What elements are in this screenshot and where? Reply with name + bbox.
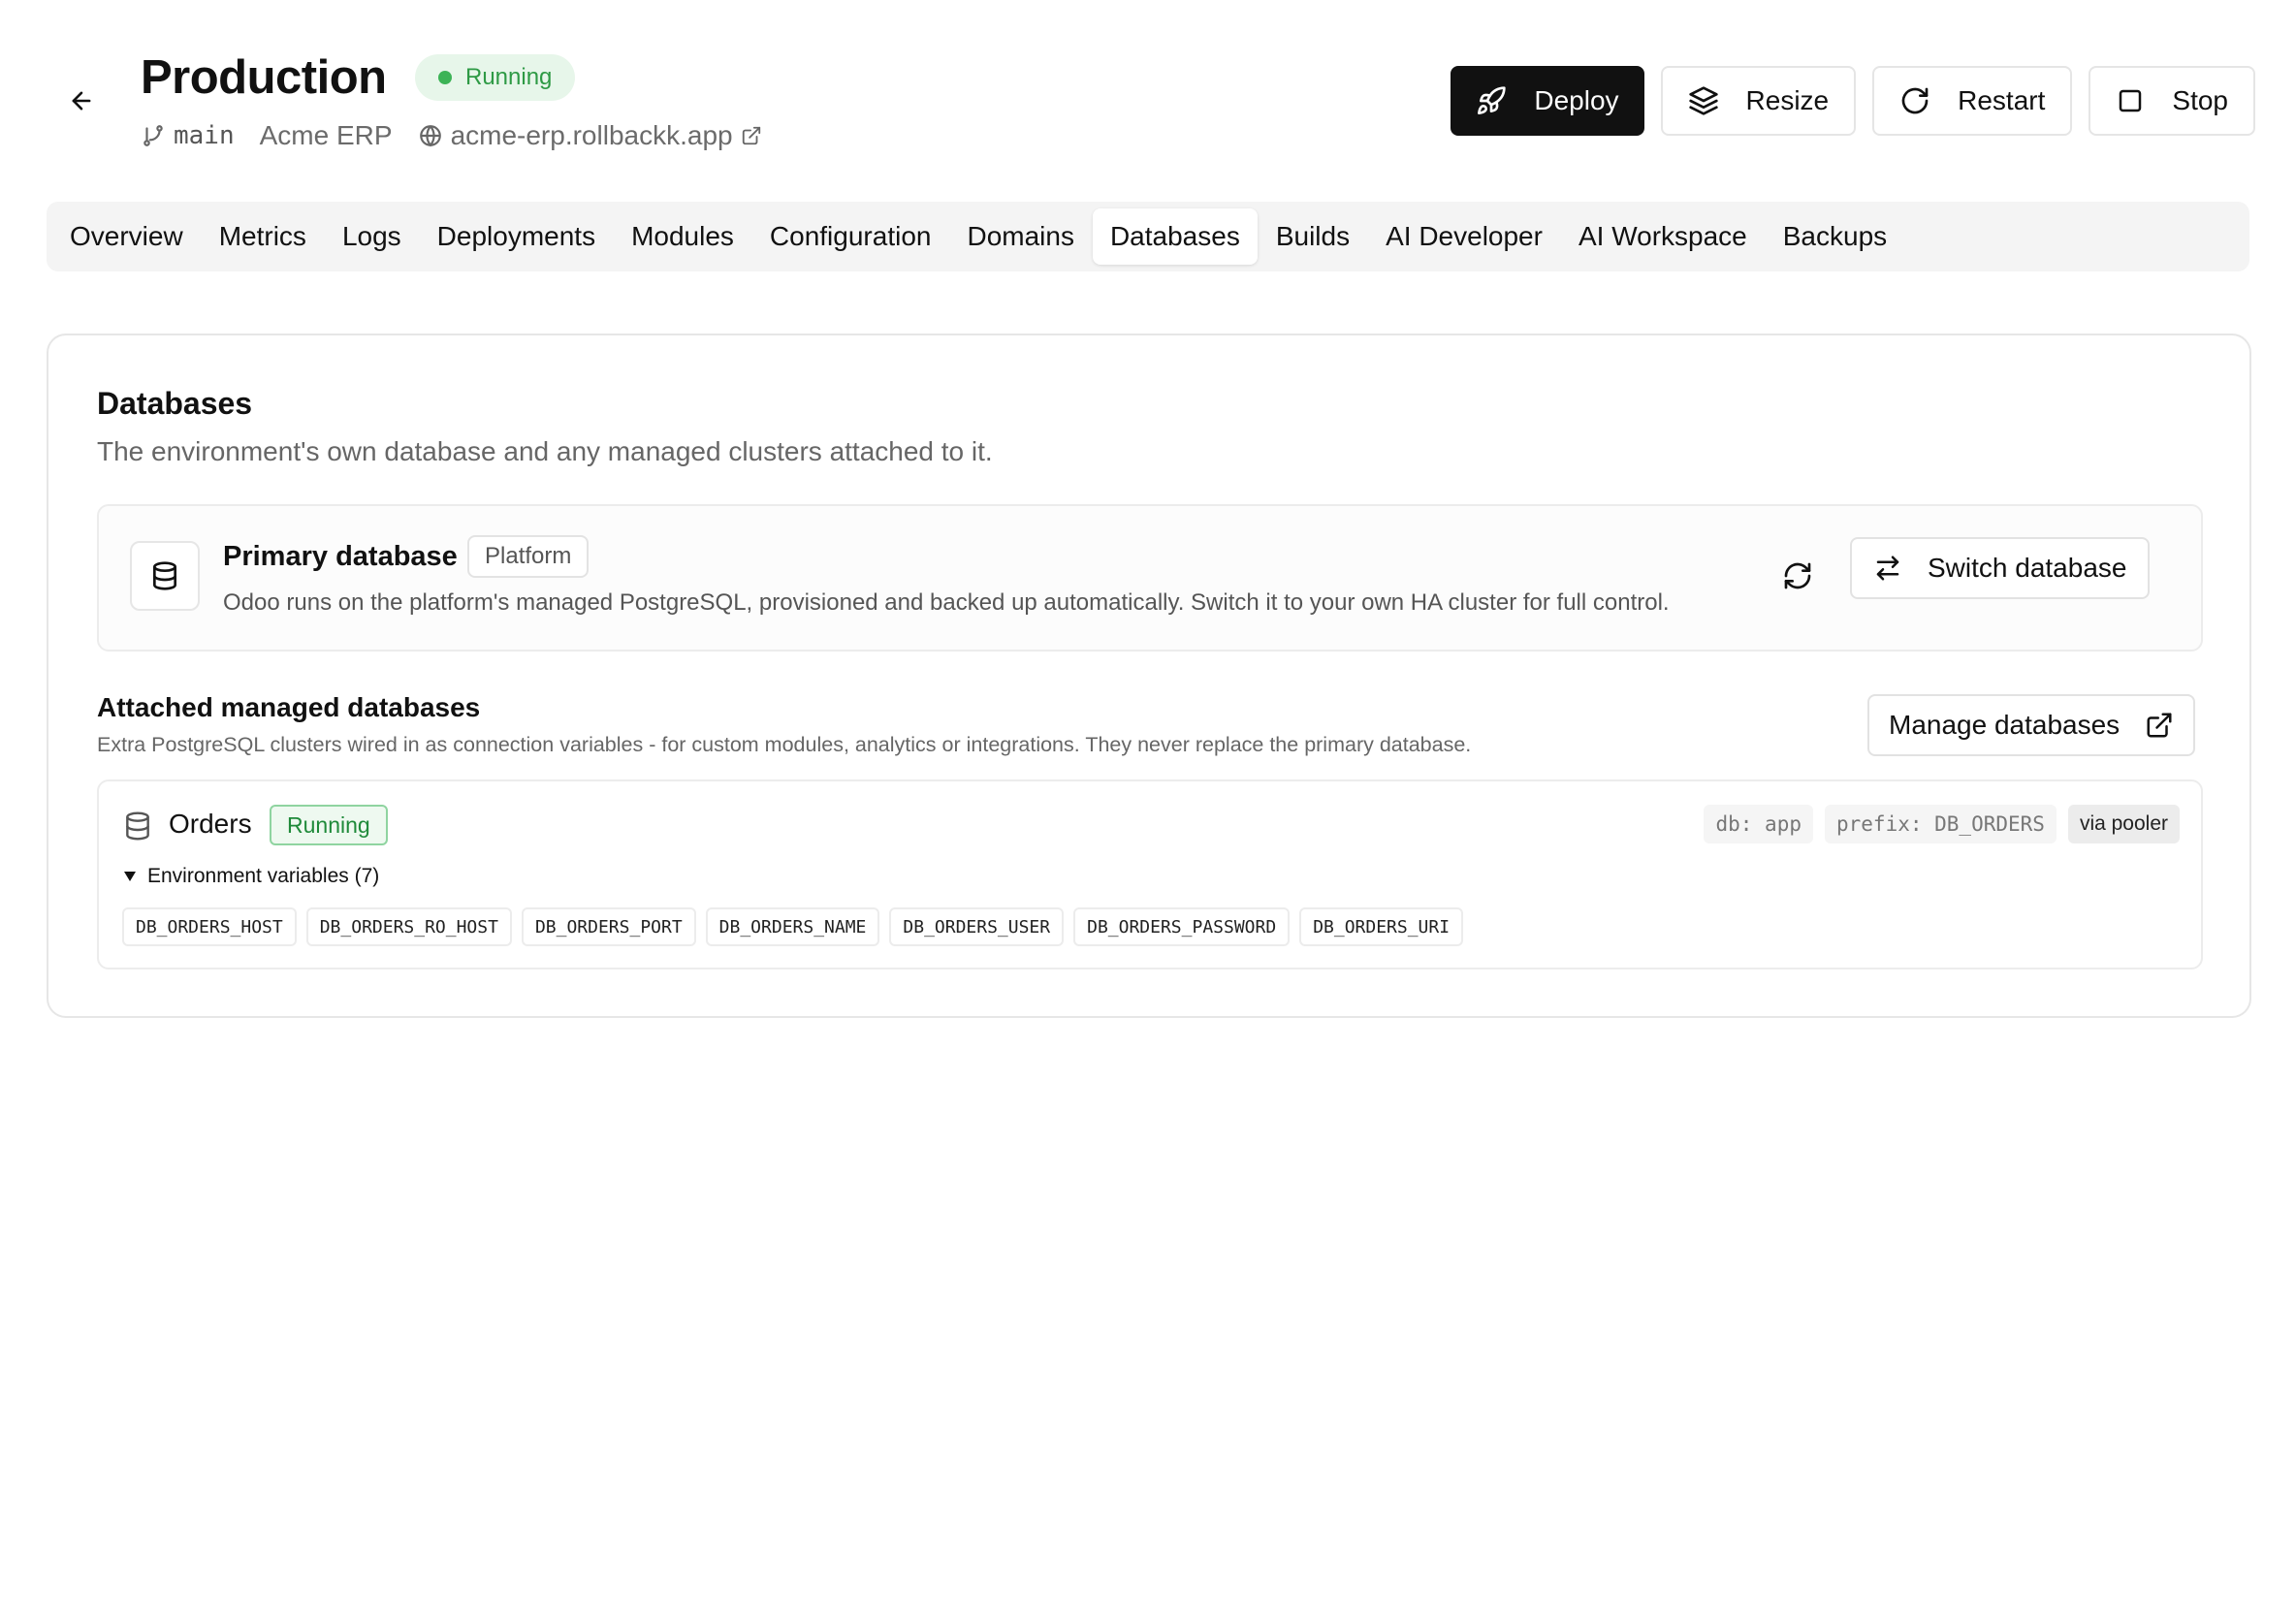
back-button[interactable] bbox=[62, 81, 101, 120]
env-var-chip: DB_ORDERS_URI bbox=[1299, 907, 1464, 946]
attached-database-item: Orders Running db: app prefix: DB_ORDERS… bbox=[97, 779, 2203, 969]
env-variables-list: DB_ORDERS_HOST DB_ORDERS_RO_HOST DB_ORDE… bbox=[122, 907, 1464, 946]
database-icon bbox=[153, 561, 176, 590]
prefix-tag: prefix: DB_ORDERS bbox=[1825, 805, 2057, 843]
manage-databases-button[interactable]: Manage databases bbox=[1867, 694, 2196, 756]
env-variables-label: Environment variables (7) bbox=[147, 865, 380, 887]
env-var-chip: DB_ORDERS_RO_HOST bbox=[305, 907, 512, 946]
action-buttons: Deploy Resize Restart Stop bbox=[1451, 66, 2255, 136]
globe-icon bbox=[419, 125, 441, 147]
env-var-chip: DB_ORDERS_NAME bbox=[705, 907, 880, 946]
tab-deployments[interactable]: Deployments bbox=[420, 208, 613, 265]
resize-button[interactable]: Resize bbox=[1660, 66, 1857, 136]
env-var-chip: DB_ORDERS_USER bbox=[889, 907, 1065, 946]
attached-databases-subtitle: Extra PostgreSQL clusters wired in as co… bbox=[97, 733, 1472, 756]
env-var-chip: DB_ORDERS_HOST bbox=[122, 907, 297, 946]
git-branch-icon bbox=[144, 125, 163, 146]
database-name: Orders bbox=[169, 809, 252, 839]
databases-title: Databases bbox=[97, 386, 253, 421]
external-link-icon bbox=[742, 126, 760, 145]
attached-databases-title: Attached managed databases bbox=[97, 692, 481, 722]
db-name-tag: db: app bbox=[1704, 805, 1813, 843]
project-name: Acme ERP bbox=[259, 120, 393, 150]
primary-database-title: Primary database bbox=[223, 541, 458, 572]
databases-subtitle: The environment's own database and any m… bbox=[97, 436, 993, 466]
tab-domains[interactable]: Domains bbox=[949, 208, 1091, 265]
stop-label: Stop bbox=[2172, 85, 2228, 115]
caret-down-icon bbox=[124, 872, 136, 881]
tab-metrics[interactable]: Metrics bbox=[202, 208, 324, 265]
restart-button[interactable]: Restart bbox=[1872, 66, 2073, 136]
status-dot-icon bbox=[438, 71, 452, 84]
database-status-badge: Running bbox=[270, 805, 388, 845]
status-text: Running bbox=[465, 64, 553, 90]
rotate-cw-icon bbox=[1901, 87, 1929, 114]
deploy-button[interactable]: Deploy bbox=[1451, 66, 1644, 136]
branch-name: main bbox=[174, 121, 235, 150]
databases-card: Databases The environment's own database… bbox=[47, 334, 2251, 1018]
platform-badge: Platform bbox=[467, 535, 590, 578]
tab-backups[interactable]: Backups bbox=[1766, 208, 1904, 265]
manage-databases-label: Manage databases bbox=[1889, 710, 2121, 740]
layers-icon bbox=[1688, 86, 1718, 115]
rocket-icon bbox=[1478, 86, 1507, 114]
page-header: Production Running main Acme ERP acme-er… bbox=[0, 0, 2296, 184]
tab-logs[interactable]: Logs bbox=[325, 208, 419, 265]
database-icon bbox=[126, 811, 149, 841]
tab-ai-workspace[interactable]: AI Workspace bbox=[1561, 208, 1765, 265]
arrow-left-icon bbox=[72, 91, 91, 111]
switch-arrows-icon bbox=[1876, 556, 1899, 581]
restart-label: Restart bbox=[1958, 85, 2046, 115]
env-var-chip: DB_ORDERS_PASSWORD bbox=[1073, 907, 1291, 946]
tab-ai-developer[interactable]: AI Developer bbox=[1368, 208, 1560, 265]
env-variables-toggle[interactable]: Environment variables (7) bbox=[122, 865, 379, 888]
domain-link[interactable]: acme-erp.rollbackk.app bbox=[418, 120, 762, 151]
database-tags: db: app prefix: DB_ORDERS via pooler bbox=[1704, 805, 2180, 843]
tab-modules[interactable]: Modules bbox=[614, 208, 751, 265]
tab-bar: Overview Metrics Logs Deployments Module… bbox=[47, 202, 2249, 271]
status-badge: Running bbox=[415, 54, 576, 101]
refresh-button[interactable] bbox=[1770, 549, 1825, 603]
square-icon bbox=[2120, 89, 2142, 112]
switch-database-label: Switch database bbox=[1928, 553, 2127, 583]
tab-overview[interactable]: Overview bbox=[52, 208, 201, 265]
pooler-tag: via pooler bbox=[2067, 805, 2180, 843]
deploy-label: Deploy bbox=[1534, 85, 1619, 115]
page-title: Production bbox=[141, 51, 387, 104]
env-var-chip: DB_ORDERS_PORT bbox=[521, 907, 696, 946]
primary-database-panel: Primary database Platform Odoo runs on t… bbox=[97, 504, 2203, 652]
stop-button[interactable]: Stop bbox=[2089, 66, 2255, 136]
branch-info: main bbox=[141, 121, 235, 150]
refresh-icon bbox=[1784, 562, 1811, 589]
environment-meta: main Acme ERP acme-erp.rollbackk.app bbox=[141, 116, 762, 155]
domain-text: acme-erp.rollbackk.app bbox=[450, 120, 733, 150]
primary-database-icon-box bbox=[130, 541, 200, 611]
tab-builds[interactable]: Builds bbox=[1259, 208, 1367, 265]
external-link-icon bbox=[2147, 713, 2172, 738]
tab-configuration[interactable]: Configuration bbox=[752, 208, 949, 265]
switch-database-button[interactable]: Switch database bbox=[1850, 537, 2151, 599]
tab-databases[interactable]: Databases bbox=[1092, 208, 1258, 265]
primary-database-description: Odoo runs on the platform's managed Post… bbox=[223, 589, 1670, 616]
resize-label: Resize bbox=[1745, 85, 1830, 115]
